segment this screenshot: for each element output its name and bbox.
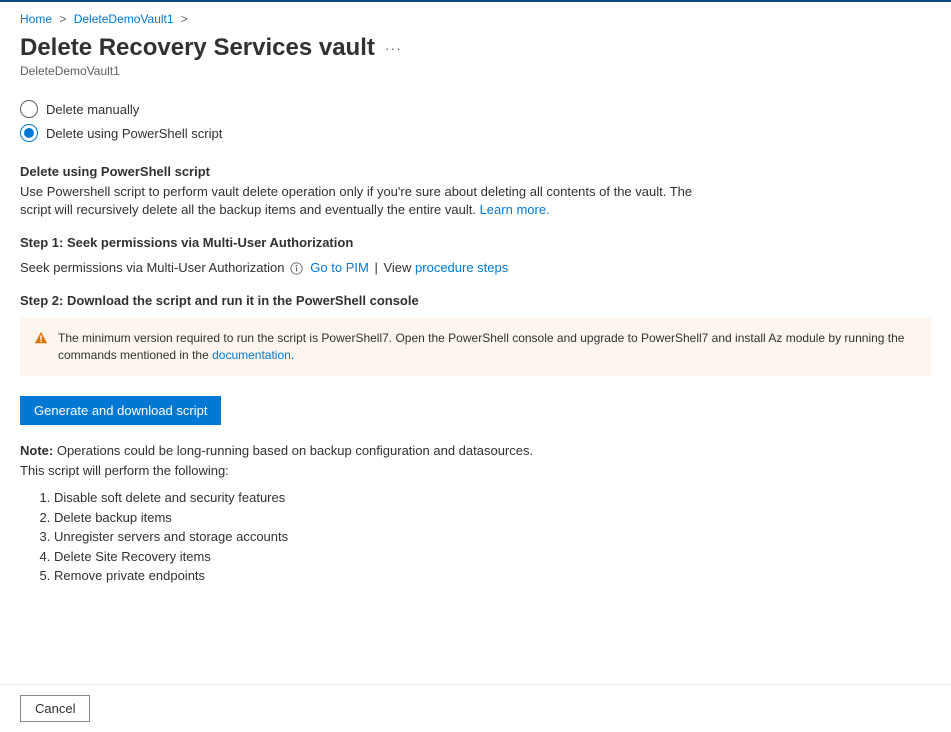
radio-icon	[20, 100, 38, 118]
step1-body: Seek permissions via Multi-User Authoriz…	[20, 260, 931, 275]
chevron-right-icon: >	[59, 12, 66, 26]
info-icon[interactable]	[290, 262, 303, 275]
script-section-description: Use Powershell script to perform vault d…	[20, 183, 720, 219]
note-label: Note:	[20, 443, 53, 458]
learn-more-link[interactable]: Learn more.	[480, 202, 550, 217]
footer: Cancel	[0, 684, 951, 732]
radio-label-script: Delete using PowerShell script	[46, 126, 222, 141]
breadcrumb-vault[interactable]: DeleteDemoVault1	[74, 12, 174, 26]
list-item: Unregister servers and storage accounts	[54, 527, 931, 547]
documentation-link[interactable]: documentation	[212, 348, 291, 362]
go-to-pim-link[interactable]: Go to PIM	[310, 260, 369, 275]
pipe-separator: |	[374, 260, 381, 275]
step1-text: Seek permissions via Multi-User Authoriz…	[20, 260, 284, 275]
chevron-right-icon: >	[181, 12, 188, 26]
list-item: Delete Site Recovery items	[54, 547, 931, 567]
page-header: Delete Recovery Services vault ··· Delet…	[0, 30, 951, 84]
page-title: Delete Recovery Services vault	[20, 34, 375, 62]
warning-text: The minimum version required to run the …	[58, 330, 917, 364]
procedure-steps-link[interactable]: procedure steps	[415, 260, 508, 275]
radio-delete-manually[interactable]: Delete manually	[20, 100, 931, 118]
note-intro: This script will perform the following:	[20, 463, 229, 478]
breadcrumb-home[interactable]: Home	[20, 12, 52, 26]
more-icon[interactable]: ···	[385, 40, 402, 56]
operations-list: Disable soft delete and security feature…	[20, 488, 931, 586]
breadcrumb: Home > DeleteDemoVault1 >	[0, 2, 951, 30]
cancel-button[interactable]: Cancel	[20, 695, 90, 722]
radio-delete-script[interactable]: Delete using PowerShell script	[20, 124, 931, 142]
page-subtitle: DeleteDemoVault1	[20, 64, 931, 78]
radio-label-manual: Delete manually	[46, 102, 139, 117]
main-content: Delete manually Delete using PowerShell …	[0, 84, 951, 684]
warning-box: The minimum version required to run the …	[20, 318, 931, 376]
step2-heading: Step 2: Download the script and run it i…	[20, 293, 931, 308]
warning-icon	[34, 331, 48, 350]
radio-icon	[20, 124, 38, 142]
generate-download-button[interactable]: Generate and download script	[20, 396, 221, 425]
list-item: Delete backup items	[54, 508, 931, 528]
step1-heading: Step 1: Seek permissions via Multi-User …	[20, 235, 931, 250]
list-item: Disable soft delete and security feature…	[54, 488, 931, 508]
delete-method-radio-group: Delete manually Delete using PowerShell …	[20, 100, 931, 142]
view-label: View	[383, 260, 411, 275]
list-item: Remove private endpoints	[54, 566, 931, 586]
script-section-heading: Delete using PowerShell script	[20, 164, 931, 179]
note-text: Note: Operations could be long-running b…	[20, 441, 931, 480]
